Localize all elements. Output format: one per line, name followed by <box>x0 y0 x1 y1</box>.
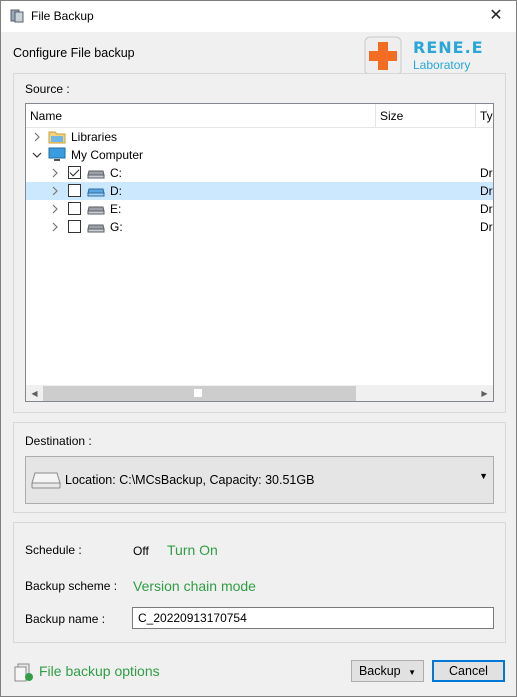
configure-heading: Configure File backup <box>13 46 135 60</box>
column-header-name[interactable]: Name <box>26 104 376 128</box>
tree-row-drive-d[interactable]: D: Dr <box>26 182 493 200</box>
tree-row-label: D: <box>110 184 122 198</box>
schedule-state: Off <box>133 544 149 558</box>
tree-row-label: G: <box>110 220 123 234</box>
libraries-folder-icon <box>48 131 66 144</box>
logo-subtitle-text: Laboratory <box>413 58 471 72</box>
tree-row-label: My Computer <box>71 148 144 162</box>
tree-row-type: Dr <box>480 166 493 180</box>
horizontal-scrollbar[interactable]: ◀ ▶ <box>26 385 493 401</box>
schedule-label: Schedule : <box>25 543 82 557</box>
chevron-down-icon: ▼ <box>408 668 417 677</box>
drive-icon <box>87 206 105 215</box>
tree-row-my-computer[interactable]: My Computer <box>26 146 493 164</box>
backup-name-input[interactable]: C_20220913170754 <box>132 607 494 629</box>
scrollbar-grip <box>194 389 202 397</box>
backup-button[interactable]: Backup ▼ <box>351 660 424 682</box>
turn-on-link[interactable]: Turn On <box>167 542 218 558</box>
tree-row-type: Dr <box>480 220 493 234</box>
options-icon[interactable] <box>14 662 34 682</box>
backup-button-label: Backup <box>358 664 401 678</box>
backup-scheme-label: Backup scheme : <box>25 579 118 593</box>
window-title: File Backup <box>31 9 94 23</box>
source-tree[interactable]: Name Size Ty Libraries My Computer C: Dr… <box>25 103 494 402</box>
tree-row-drive-e[interactable]: E: Dr <box>26 200 493 218</box>
drive-c-checkbox[interactable] <box>68 166 81 179</box>
tree-row-drive-g[interactable]: G: Dr <box>26 218 493 236</box>
drive-d-checkbox[interactable] <box>68 184 81 197</box>
tree-row-label: Libraries <box>71 130 118 144</box>
source-label: Source : <box>25 82 70 96</box>
cancel-button[interactable]: Cancel <box>432 660 505 682</box>
chevron-right-icon[interactable] <box>50 204 60 214</box>
chevron-right-icon[interactable] <box>32 132 42 142</box>
drive-icon <box>87 170 105 179</box>
file-backup-options-link[interactable]: File backup options <box>39 663 160 679</box>
dropdown-arrow-icon[interactable]: ▼ <box>479 471 488 481</box>
drive-icon <box>87 188 105 197</box>
computer-icon <box>48 147 66 161</box>
destination-label: Destination : <box>25 434 92 448</box>
drive-icon <box>87 224 105 233</box>
chevron-right-icon[interactable] <box>50 186 60 196</box>
column-header-size[interactable]: Size <box>376 104 476 128</box>
app-backup-icon <box>10 9 24 23</box>
destination-dropdown[interactable]: Location: C:\MCsBackup, Capacity: 30.51G… <box>25 456 494 504</box>
file-backup-window: File Backup ✕ Configure File backup RENE… <box>0 0 517 697</box>
tree-row-type: Dr <box>480 202 493 216</box>
scroll-left-icon[interactable]: ◀ <box>26 385 43 401</box>
destination-location-text: Location: C:\MCsBackup, Capacity: 30.51G… <box>65 473 315 487</box>
close-icon[interactable]: ✕ <box>486 5 506 27</box>
drive-g-checkbox[interactable] <box>68 220 81 233</box>
tree-header: Name Size Ty <box>26 104 493 128</box>
tree-row-libraries[interactable]: Libraries <box>26 128 493 146</box>
column-header-type[interactable]: Ty <box>476 104 493 128</box>
scroll-right-icon[interactable]: ▶ <box>476 385 493 401</box>
tree-row-type: Dr <box>480 184 493 198</box>
tree-row-label: E: <box>110 202 122 216</box>
chevron-down-icon[interactable] <box>32 150 42 160</box>
chevron-right-icon[interactable] <box>50 168 60 178</box>
tree-row-label: C: <box>110 166 122 180</box>
drive-e-checkbox[interactable] <box>68 202 81 215</box>
title-bar: File Backup ✕ <box>1 1 516 32</box>
chevron-right-icon[interactable] <box>50 222 60 232</box>
backup-scheme-link[interactable]: Version chain mode <box>133 578 256 594</box>
logo-brand-text: RENE.E <box>413 38 484 57</box>
disk-icon <box>31 472 61 489</box>
tree-row-drive-c[interactable]: C: Dr <box>26 164 493 182</box>
backup-name-label: Backup name : <box>25 612 106 626</box>
